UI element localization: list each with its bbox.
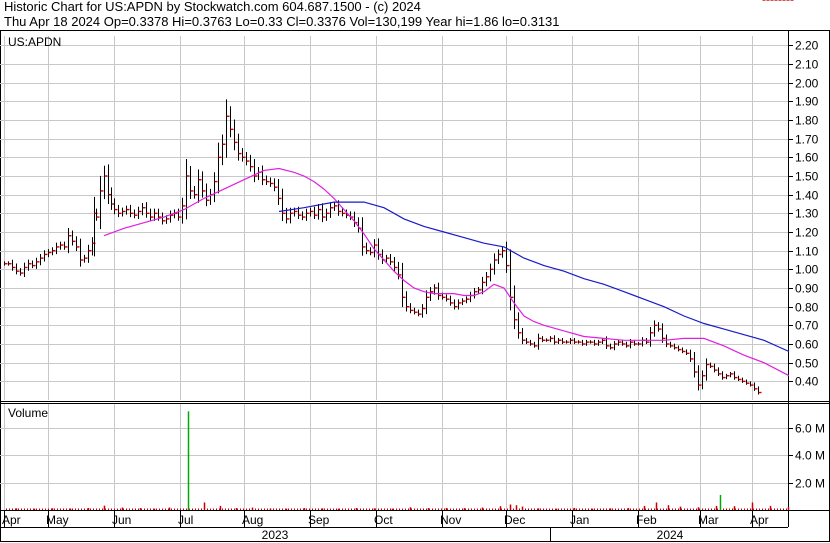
- month-label: Dec: [504, 513, 525, 527]
- volume-panel-title: Volume: [8, 406, 48, 420]
- month-label: Jul: [178, 513, 193, 527]
- month-label: Jun: [112, 513, 131, 527]
- volume-axis: 2.0 M 4.0 M 6.0 M: [788, 422, 825, 491]
- price-tick-label: 0.80: [795, 301, 819, 315]
- price-tick-label: 1.40: [795, 189, 819, 203]
- price-tick-label: 0.40: [795, 375, 819, 389]
- month-label: Aug: [242, 513, 263, 527]
- price-tick-label: 0.50: [795, 357, 819, 371]
- stock-chart: 0.40 0.50 0.60 0.70 0.80 0.90 1.00 1.10 1.20 1.30…: [0, 0, 830, 542]
- price-tick-label: 0.60: [795, 338, 819, 352]
- price-bars: [4, 0, 794, 395]
- price-tick-label: 1.70: [795, 133, 819, 147]
- month-label: Jan: [570, 513, 589, 527]
- price-tick-label: 1.10: [795, 245, 819, 259]
- price-tick-label: 1.80: [795, 114, 819, 128]
- price-tick-label: 2.10: [795, 58, 819, 72]
- price-tick-label: 2.20: [795, 39, 819, 53]
- price-tick-label: 0.90: [795, 282, 819, 296]
- price-tick-label: 1.30: [795, 207, 819, 221]
- price-tick-label: 2.00: [795, 77, 819, 91]
- price-tick-label: 1.90: [795, 95, 819, 109]
- volume-tick-label: 6.0 M: [795, 422, 825, 436]
- time-axis: Apr May Jun Jul Aug Sep Oct Nov Dec Jan Feb Mar Apr 2…: [2, 510, 769, 542]
- price-tick-label: 1.00: [795, 263, 819, 277]
- chart-frame: [0, 30, 830, 542]
- volume-bars: [6, 411, 790, 510]
- price-tick-label: 1.20: [795, 226, 819, 240]
- moving-average-long-line: [278, 201, 790, 353]
- price-tick-label: 1.50: [795, 170, 819, 184]
- volume-gridlines: [0, 428, 788, 484]
- symbol-label: US:APDN: [8, 35, 61, 49]
- month-label: May: [46, 513, 69, 527]
- outer-border: [0, 30, 830, 542]
- month-label: Oct: [374, 513, 393, 527]
- month-label: Mar: [698, 513, 719, 527]
- volume-tick-label: 2.0 M: [795, 477, 825, 491]
- price-axis: 0.40 0.50 0.60 0.70 0.80 0.90 1.00 1.10 1.20 1.30…: [788, 39, 819, 389]
- volume-tick-label: 4.0 M: [795, 449, 825, 463]
- month-label: Nov: [440, 513, 461, 527]
- year-label: 2024: [657, 528, 684, 542]
- year-label: 2023: [262, 528, 289, 542]
- price-tick-label: 0.70: [795, 319, 819, 333]
- price-gridlines: [0, 36, 788, 510]
- month-label: Apr: [750, 513, 769, 527]
- month-label: Apr: [2, 513, 21, 527]
- month-label: Feb: [636, 513, 657, 527]
- month-label: Sep: [308, 513, 330, 527]
- price-tick-label: 1.60: [795, 151, 819, 165]
